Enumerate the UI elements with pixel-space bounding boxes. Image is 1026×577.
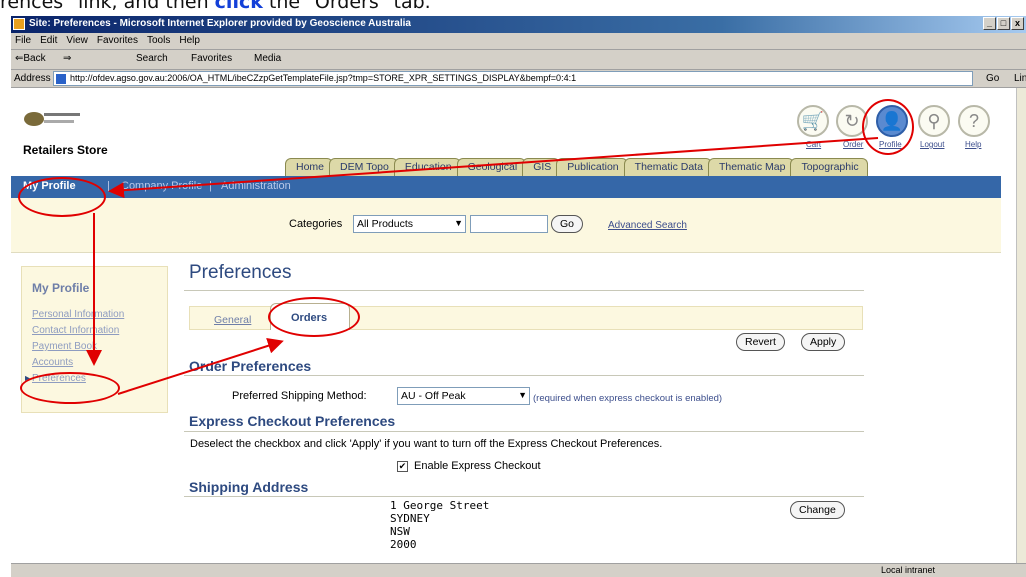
arrow-preferences-to-orders xyxy=(117,338,284,395)
annotation-arrows xyxy=(86,137,879,395)
arrow-profile-to-my-profile xyxy=(108,137,879,199)
